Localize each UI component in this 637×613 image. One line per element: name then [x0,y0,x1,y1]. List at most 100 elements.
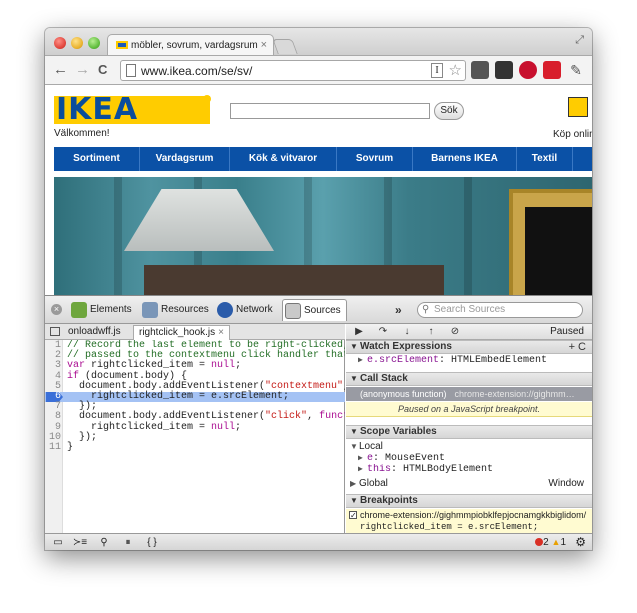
web-page: IKEA Välkommen! Sök Köp onlin Sortiment … [45,85,592,295]
address-bar[interactable]: www.ikea.com/se/sv/ I ☆ [120,60,466,81]
ikea-favicon-icon [116,41,128,49]
source-editor: onloadwff.js rightclick_hook.js × 1// Rec… [45,324,345,533]
console-button[interactable]: ≻≡ [71,536,89,550]
scope-global[interactable]: ▶ Global Window [346,478,592,490]
forward-button[interactable]: → [75,61,90,79]
breakpoints-header[interactable]: ▼ Breakpoints [346,494,592,508]
navigator-toggle-icon[interactable] [50,327,60,336]
elements-icon [71,302,87,318]
code-line[interactable]: 10 }); [45,432,345,443]
expand-arrow-icon: ▶ [358,465,363,474]
file-tab-rightclick-hook[interactable]: rightclick_hook.js × [133,325,230,340]
menu-item-sovrum[interactable]: Sovrum [337,147,413,171]
tab-elements[interactable]: Elements [69,299,132,321]
reload-button[interactable]: C [98,61,107,79]
deactivate-breakpoints-button[interactable]: ⊘ [444,325,466,339]
call-stack-header[interactable]: ▼ Call Stack [346,372,592,386]
file-tabs: onloadwff.js rightclick_hook.js × [45,324,345,340]
table [144,265,444,295]
close-window-button[interactable] [54,37,66,49]
code-text: } [67,442,74,453]
dock-button[interactable]: ▭ [49,536,67,550]
tab-title: möbler, sovrum, vardagsrum [131,40,258,51]
warning-count: 1 [560,537,566,548]
gear-icon[interactable]: ⚙ [575,535,586,549]
devtools-search-input[interactable]: ⚲ Search Sources [417,302,583,318]
fullscreen-icon[interactable]: ⤢ [575,34,584,47]
extension-red-icon[interactable] [543,61,561,79]
registered-mark-icon [203,95,211,103]
extension-grid-icon[interactable] [471,61,489,79]
bookmark-star-icon[interactable]: ☆ [449,61,462,79]
step-into-button[interactable]: ↓ [396,325,418,339]
pretty-print-button[interactable]: { } [143,536,161,550]
pause-on-exceptions-button[interactable]: ⏸ [119,536,137,550]
shop-online-link[interactable]: Köp onlin [553,129,592,140]
step-over-button[interactable]: ↷ [372,325,394,339]
ikea-logo[interactable]: IKEA [54,95,210,125]
more-panels-button[interactable]: » [395,303,402,317]
resources-icon [142,302,158,318]
back-button[interactable]: ← [53,61,68,79]
menu-item-barnens[interactable]: Barnens IKEA [413,147,517,171]
zoom-window-button[interactable] [88,37,100,49]
scope-local[interactable]: ▼Local [346,441,592,453]
wrench-icon[interactable]: ✎ [567,61,585,79]
code-line[interactable]: 11} [45,442,345,453]
tab-sources[interactable]: Sources [282,299,347,321]
collapse-triangle-icon: ▼ [350,342,358,351]
search-icon: ⚲ [422,304,430,315]
menu-item-vardagsrum[interactable]: Vardagsrum [140,147,230,171]
file-tab-onloadwff[interactable]: onloadwff.js [63,325,126,340]
step-out-button[interactable]: ↑ [420,325,442,339]
devtools-status-bar: ▭ ≻≡ ⚲ ⏸ { } 2 ▲1 ⚙ [45,533,592,550]
shopping-bag-icon[interactable] [568,97,588,117]
watch-item[interactable]: ▶ e.srcElement: HTMLEmbedElement [346,355,592,367]
watch-expressions-header[interactable]: ▼ Watch Expressions + C [346,340,592,354]
reader-icon[interactable]: I [431,63,443,78]
title-bar: möbler, sovrum, vardagsrum × ⤢ [45,28,592,56]
tab-network[interactable]: Network [215,299,273,321]
code-view[interactable]: 1// Record the last element to be right-… [45,340,345,533]
breakpoint-code: rightclicked_item = e.srcElement; [346,521,592,533]
error-icon [535,538,544,546]
extension-dark-icon[interactable] [495,61,513,79]
debugger-toolbar: ▶ ↷ ↓ ↑ ⊘ Paused [346,324,592,340]
menu-item-sortiment[interactable]: Sortiment [54,147,140,171]
site-search-button[interactable]: Sök [434,102,464,120]
tab-resources[interactable]: Resources [140,299,209,321]
page-icon [126,64,136,77]
scope-variables-header[interactable]: ▼ Scope Variables [346,425,592,439]
console-counts[interactable]: 2 ▲1 [535,537,566,548]
menu-item-textil[interactable]: Textil [517,147,573,171]
minimize-window-button[interactable] [71,37,83,49]
call-frame[interactable]: (anonymous function) chrome-extension://g… [346,387,592,401]
collapse-triangle-icon: ▼ [350,496,358,505]
site-search-input[interactable] [230,103,430,119]
collapse-triangle-icon: ▼ [350,442,358,451]
sources-icon [285,303,301,319]
line-number[interactable]: 11 [45,442,61,453]
collapse-triangle-icon: ▼ [350,374,358,383]
hero-image[interactable] [54,177,592,295]
file-tab-close-icon[interactable]: × [218,327,224,338]
resume-button[interactable]: ▶ [348,325,370,339]
watch-actions[interactable]: + C [569,341,586,353]
collapse-triangle-icon: ▼ [350,427,358,436]
browser-toolbar: ← → C www.ikea.com/se/sv/ I ☆ ✎ [45,55,592,85]
browser-tab[interactable]: möbler, sovrum, vardagsrum × [107,34,274,56]
url-text: www.ikea.com/se/sv/ [141,64,253,78]
main-menu: Sortiment Vardagsrum Kök & vitvaror Sovr… [54,147,592,171]
tab-close-icon[interactable]: × [261,39,267,51]
devtools-close-icon[interactable]: × [51,304,62,315]
scope-item[interactable]: ▶ this: HTMLBodyElement [346,464,592,476]
new-tab-button[interactable] [272,39,298,54]
search-icon[interactable]: ⚲ [95,536,113,550]
breakpoint-checkbox[interactable]: ✓ [349,511,357,520]
error-count: 2 [543,537,549,548]
expand-arrow-icon: ▶ [350,479,357,488]
devtools-toolbar: × Elements Resources Network Sources » ⚲… [45,296,592,324]
menu-item-kok[interactable]: Kök & vitvaror [230,147,337,171]
adblock-icon[interactable] [519,61,537,79]
debugger-sidebar: ▶ ↷ ↓ ↑ ⊘ Paused ▼ Watch Expressions + C … [346,324,592,533]
